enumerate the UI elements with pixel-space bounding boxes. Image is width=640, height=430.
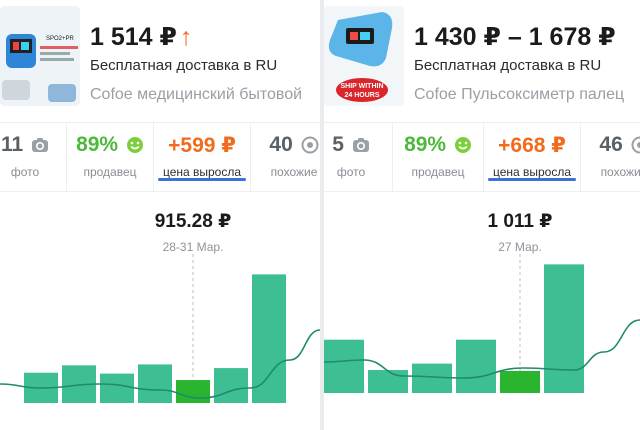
seller-rating: 89% — [76, 133, 119, 156]
metric-label: продавец — [83, 165, 137, 179]
photos-count: 5 — [332, 133, 344, 156]
metric-label: фото — [10, 165, 40, 179]
thumb-caption: SPO2+PR — [46, 36, 75, 42]
active-tab-underline — [488, 178, 576, 181]
product-card-right: SHIP WITHIN 24 HOURS 1 430 ₽ – 1 678 ₽ Б… — [324, 0, 640, 430]
highlight-price: 1 011 ₽ — [487, 211, 553, 232]
chart-bar[interactable] — [368, 370, 408, 393]
seller-rating: 89% — [404, 133, 447, 156]
highlight-date: 27 Мар. — [498, 240, 542, 254]
chart-bar[interactable] — [324, 339, 364, 393]
product-title[interactable]: Cofoe Пульсоксиметр палец — [414, 86, 638, 104]
price-range: 1 430 ₽ – 1 678 ₽ — [414, 23, 616, 51]
product-thumbnail[interactable]: SHIP WITHIN 24 HOURS — [324, 6, 404, 106]
metric-similar[interactable]: 46 похожие — [581, 123, 640, 191]
metric-label: цена выросла — [492, 165, 572, 179]
smiley-icon — [126, 137, 143, 154]
chart-bar[interactable] — [138, 364, 172, 403]
metric-label: цена выросла — [162, 165, 242, 179]
price-change-value: +599 ₽ — [168, 134, 236, 157]
active-tab-underline — [158, 178, 246, 181]
product-card-left: SPO2+PR 1 514 ₽ ↑ Бесплатная доставка в R… — [0, 0, 320, 430]
similar-count: 40 — [269, 133, 293, 156]
chart-bar[interactable] — [252, 274, 286, 403]
metric-label: продавец — [411, 165, 465, 179]
metrics-strip: 11 фото 89% продавец +599 ₽ цена выросла… — [0, 122, 320, 192]
metric-price-change[interactable]: +599 ₽ цена выросла — [154, 123, 251, 191]
photos-count: 11 — [0, 133, 24, 156]
thumb-badge-line2: 24 HOURS — [344, 92, 379, 99]
metric-label: фото — [336, 165, 366, 179]
highlight-date: 28-31 Мар. — [162, 240, 224, 254]
target-icon — [301, 136, 319, 154]
similar-count: 46 — [599, 133, 623, 156]
smiley-icon — [454, 137, 471, 154]
metric-seller[interactable]: 89% продавец — [67, 123, 154, 191]
metrics-strip: 5 фото 89% продавец +668 ₽ цена выросла … — [324, 122, 640, 192]
delivery-info: Бесплатная доставка в RU — [90, 57, 278, 74]
product-thumbnail[interactable]: SPO2+PR — [0, 6, 80, 106]
target-icon — [631, 136, 640, 154]
metric-photos[interactable]: 5 фото — [324, 123, 393, 191]
metric-price-change[interactable]: +668 ₽ цена выросла — [484, 123, 581, 191]
chart-bar[interactable] — [100, 373, 134, 403]
metric-similar[interactable]: 40 похожие — [251, 123, 320, 191]
price-up-arrow-icon: ↑ — [179, 23, 193, 51]
chart-canvas — [324, 254, 640, 393]
chart-bar-highlighted[interactable] — [500, 370, 540, 393]
price-change-value: +668 ₽ — [498, 134, 566, 157]
metric-label: похожие — [270, 165, 318, 179]
delivery-info: Бесплатная доставка в RU — [414, 57, 602, 74]
thumb-badge-line1: SHIP WITHIN — [340, 83, 383, 90]
highlight-price: 915.28 ₽ — [154, 211, 232, 232]
chart-bar[interactable] — [544, 264, 584, 393]
chart-bar[interactable] — [214, 368, 248, 403]
camera-icon — [352, 138, 369, 153]
chart-bar[interactable] — [456, 339, 496, 393]
metric-photos[interactable]: 11 фото — [0, 123, 67, 191]
price-history-chart[interactable]: 915.28 ₽ 28-31 Мар. — [0, 192, 320, 430]
product-header[interactable]: SPO2+PR 1 514 ₽ ↑ Бесплатная доставка в R… — [0, 0, 320, 118]
price-history-chart[interactable]: 1 011 ₽ 27 Мар. — [324, 192, 640, 430]
product-title[interactable]: Cofoe медицинский бытовой — [90, 86, 320, 104]
metric-label: похожие — [600, 165, 640, 179]
chart-bar-highlighted[interactable] — [176, 380, 210, 403]
camera-icon — [32, 138, 49, 153]
price: 1 514 ₽ ↑ — [90, 23, 193, 51]
product-header[interactable]: SHIP WITHIN 24 HOURS 1 430 ₽ – 1 678 ₽ Б… — [324, 0, 640, 118]
metric-seller[interactable]: 89% продавец — [393, 123, 484, 191]
